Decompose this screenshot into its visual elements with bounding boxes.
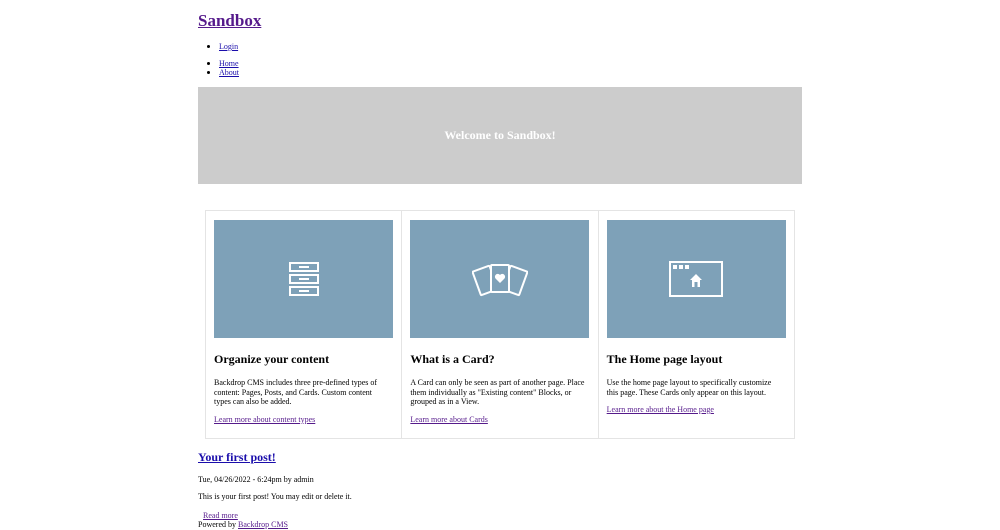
user-menu: Login xyxy=(198,42,238,51)
card-text: A Card can only be seen as part of anoth… xyxy=(410,378,585,406)
card-home-layout: The Home page layout Use the home page l… xyxy=(597,211,794,438)
backdrop-cms-link[interactable]: Backdrop CMS xyxy=(238,520,288,529)
card-image xyxy=(214,220,393,338)
main-menu-item-about: About xyxy=(198,68,239,77)
footer: Powered by Backdrop CMS xyxy=(198,520,288,529)
card-title: What is a Card? xyxy=(410,352,495,366)
site-name: Sandbox xyxy=(198,10,261,32)
post-meta: Tue, 04/26/2022 - 6:24pm by admin xyxy=(198,475,314,484)
home-link[interactable]: Home xyxy=(219,59,239,68)
footer-prefix: Powered by xyxy=(198,520,238,529)
card-row: Organize your content Backdrop CMS inclu… xyxy=(205,210,795,439)
card-link-home-page[interactable]: Learn more about the Home page xyxy=(607,405,786,414)
hero-title: Welcome to Sandbox! xyxy=(444,128,556,142)
main-menu: Home About xyxy=(198,59,239,77)
card-organize-content: Organize your content Backdrop CMS inclu… xyxy=(206,211,401,438)
card-text: Backdrop CMS includes three pre-defined … xyxy=(214,378,378,406)
post-read-more: Read more xyxy=(203,511,238,520)
card-what-is-card: What is a Card? A Card can only be seen … xyxy=(401,211,597,438)
card-link-content-types[interactable]: Learn more about content types xyxy=(214,415,393,424)
card-text: Use the home page layout to specifically… xyxy=(606,378,772,397)
login-link[interactable]: Login xyxy=(219,42,238,51)
card-image xyxy=(606,220,786,338)
read-more-link[interactable]: Read more xyxy=(203,511,238,520)
post-body: This is your first post! You may edit or… xyxy=(198,492,352,501)
card-image xyxy=(410,220,590,338)
post-title: Your first post! xyxy=(198,450,276,464)
main-menu-item-home: Home xyxy=(198,59,239,68)
about-link[interactable]: About xyxy=(219,68,239,77)
hero-banner: Welcome to Sandbox! xyxy=(198,87,802,184)
playing-cards-icon xyxy=(471,264,528,297)
site-name-link[interactable]: Sandbox xyxy=(198,11,261,30)
card-link-cards[interactable]: Learn more about Cards xyxy=(410,415,589,424)
post-title-link[interactable]: Your first post! xyxy=(198,450,276,464)
filing-cabinet-icon xyxy=(288,262,319,296)
card-title: Organize your content xyxy=(214,352,330,366)
user-menu-item-login: Login xyxy=(198,42,238,51)
card-title: The Home page layout xyxy=(606,352,723,366)
browser-home-icon xyxy=(669,261,724,297)
